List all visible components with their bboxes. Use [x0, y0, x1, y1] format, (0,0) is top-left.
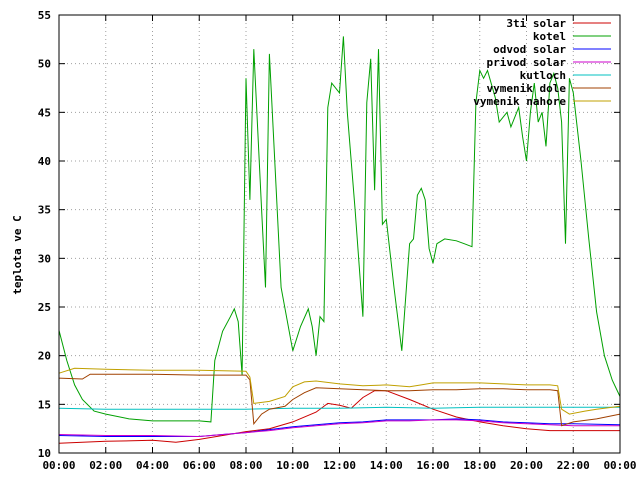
x-tick-label: 00:00 [42, 459, 75, 472]
legend-label: kotel [533, 30, 566, 43]
y-tick-label: 15 [38, 398, 51, 411]
x-tick-label: 00:00 [603, 459, 636, 472]
x-tick-label: 08:00 [229, 459, 262, 472]
y-tick-label: 20 [38, 350, 51, 363]
y-tick-label: 40 [38, 155, 51, 168]
x-tick-label: 20:00 [510, 459, 543, 472]
x-tick-label: 14:00 [370, 459, 403, 472]
legend-label: 3ti solar [506, 17, 566, 30]
chart: 1015202530354045505500:00 02:00 04:00 06:00… [0, 0, 640, 480]
legend-label: vymenik dole [487, 82, 567, 95]
y-tick-label: 45 [38, 106, 51, 119]
x-tick-label: 04:00 [136, 459, 169, 472]
x-tick-label: 12:00 [323, 459, 356, 472]
y-tick-label: 35 [38, 204, 51, 217]
x-tick-label: 06:00 [183, 459, 216, 472]
y-tick-label: 50 [38, 58, 51, 71]
y-tick-label: 30 [38, 252, 51, 265]
legend-label: privod solar [487, 56, 567, 69]
x-tick-label: 10:00 [276, 459, 309, 472]
x-tick-label: 18:00 [463, 459, 496, 472]
y-tick-label: 55 [38, 9, 51, 22]
x-tick-label: 16:00 [416, 459, 449, 472]
x-tick-label: 22:00 [557, 459, 590, 472]
legend-label: odvod solar [493, 43, 566, 56]
legend-label: kutloch [520, 69, 566, 82]
y-tick-label: 25 [38, 301, 51, 314]
x-tick-label: 02:00 [89, 459, 122, 472]
legend-label: vymenik nahore [473, 95, 566, 108]
y-axis-title: teplota ve C [11, 215, 24, 294]
